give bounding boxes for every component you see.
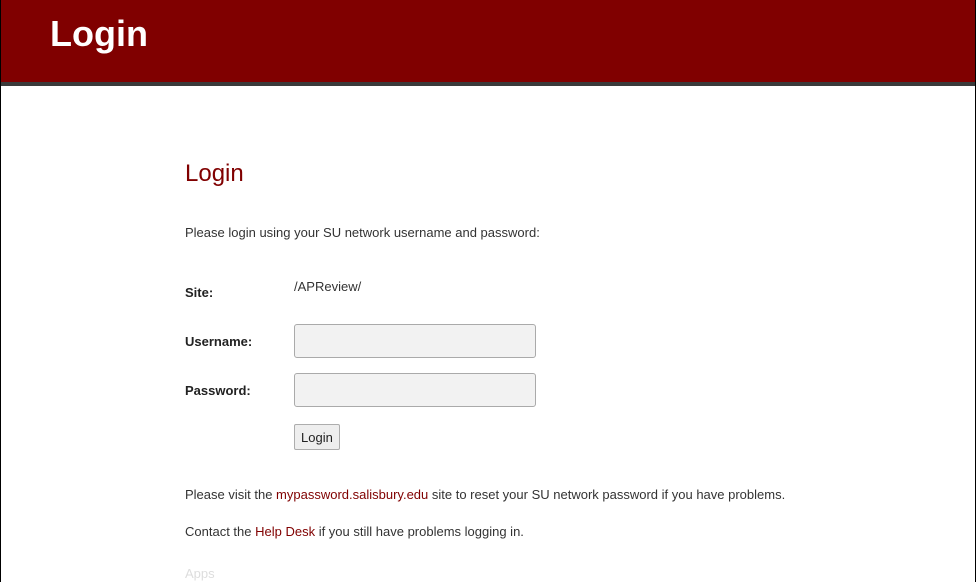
help-desk-text-after: if you still have problems logging in. <box>315 524 524 539</box>
password-reset-note: Please visit the mypassword.salisbury.ed… <box>185 487 785 503</box>
site-label: Site: <box>185 285 214 300</box>
apps-label[interactable]: Apps <box>185 566 215 582</box>
password-reset-text-after: site to reset your SU network password i… <box>428 487 786 502</box>
site-value: /APReview/ <box>294 279 362 294</box>
mypassword-link[interactable]: mypassword.salisbury.edu <box>276 487 428 502</box>
password-reset-text-before: Please visit the <box>185 487 277 502</box>
page-title: Login <box>185 160 244 187</box>
help-desk-note: Contact the Help Desk if you still have … <box>185 524 524 540</box>
page-frame: Login Login Please login using your SU n… <box>0 0 976 582</box>
help-desk-text-before: Contact the <box>185 524 256 539</box>
username-label: Username: <box>185 334 253 349</box>
password-field[interactable] <box>294 373 536 407</box>
site-header: Login <box>1 0 975 86</box>
help-desk-link[interactable]: Help Desk <box>255 524 315 539</box>
login-button[interactable]: Login <box>294 424 340 450</box>
password-label: Password: <box>185 383 251 398</box>
username-field[interactable] <box>294 324 536 358</box>
login-instructions: Please login using your SU network usern… <box>185 225 540 240</box>
header-title: Login <box>50 13 148 54</box>
